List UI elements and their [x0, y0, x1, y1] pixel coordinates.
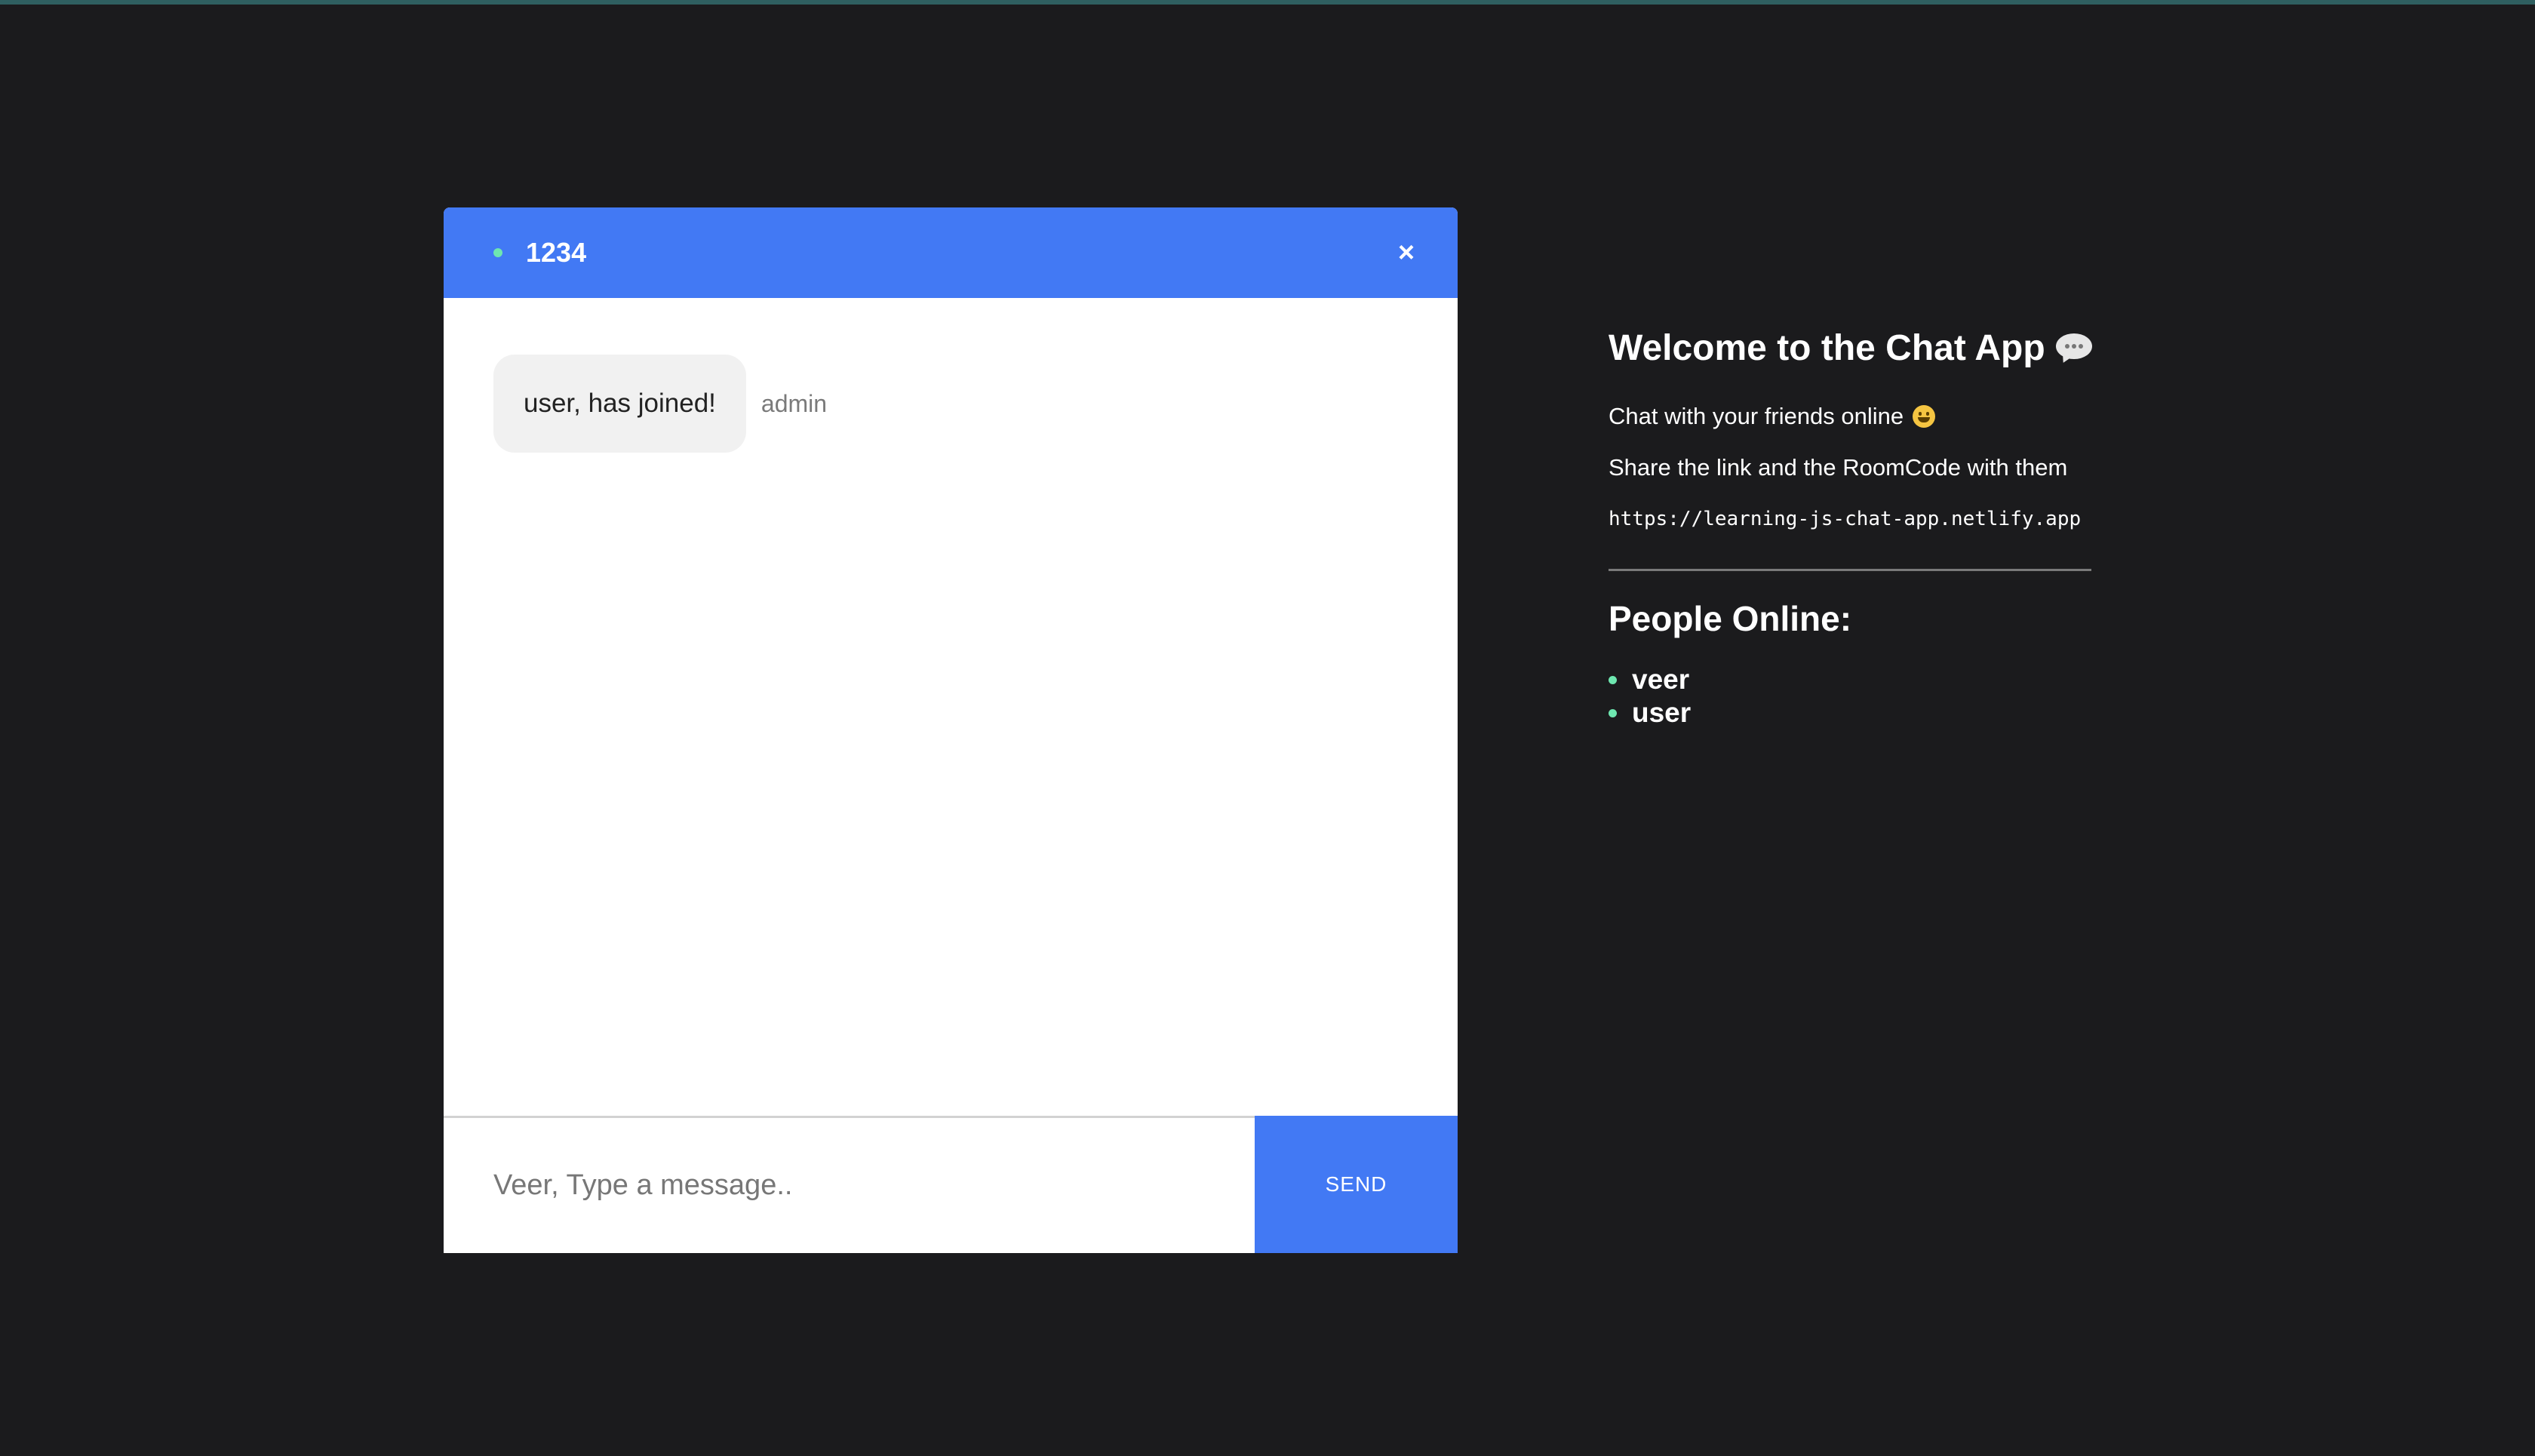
chat-header: 1234 ×	[444, 207, 1458, 298]
room-status-dot	[493, 248, 502, 257]
app-link[interactable]: https://learning-js-chat-app.netlify.app	[1609, 505, 2099, 533]
speech-bubble-icon	[2055, 333, 2092, 366]
online-dot-icon	[1609, 675, 1617, 684]
message-sender: admin	[760, 389, 828, 417]
close-button[interactable]: ×	[1387, 233, 1426, 272]
tagline: Chat with your friends online	[1609, 401, 2099, 432]
message-bubble: user, has joined!	[493, 355, 746, 453]
smiley-icon	[1913, 405, 1936, 428]
info-panel: Welcome to the Chat App Chat with your f…	[1609, 317, 2099, 730]
chat-window: 1234 × user, has joined! admin SEND	[444, 207, 1458, 1253]
welcome-heading: Welcome to the Chat App	[1609, 317, 2099, 380]
people-online-list: veer user	[1609, 663, 2099, 730]
online-dot-icon	[1609, 708, 1617, 717]
list-item: user	[1609, 696, 2099, 730]
top-accent-bar	[0, 0, 2535, 5]
message-composer: SEND	[444, 1116, 1458, 1253]
message-list: user, has joined! admin	[444, 298, 1458, 1253]
list-item: veer	[1609, 663, 2099, 696]
room-code: 1234	[526, 237, 587, 268]
message-item: user, has joined! admin	[493, 355, 827, 453]
divider	[1609, 569, 2091, 571]
message-input[interactable]	[444, 1118, 1255, 1253]
person-name: veer	[1632, 664, 1690, 695]
share-instructions: Share the link and the RoomCode with the…	[1609, 454, 2068, 481]
send-button[interactable]: SEND	[1255, 1116, 1458, 1253]
welcome-title-text: Welcome to the Chat App	[1609, 328, 2045, 368]
tagline-text: Chat with your friends online	[1609, 403, 1904, 429]
people-online-heading: People Online:	[1609, 599, 1852, 638]
person-name: user	[1632, 697, 1692, 728]
